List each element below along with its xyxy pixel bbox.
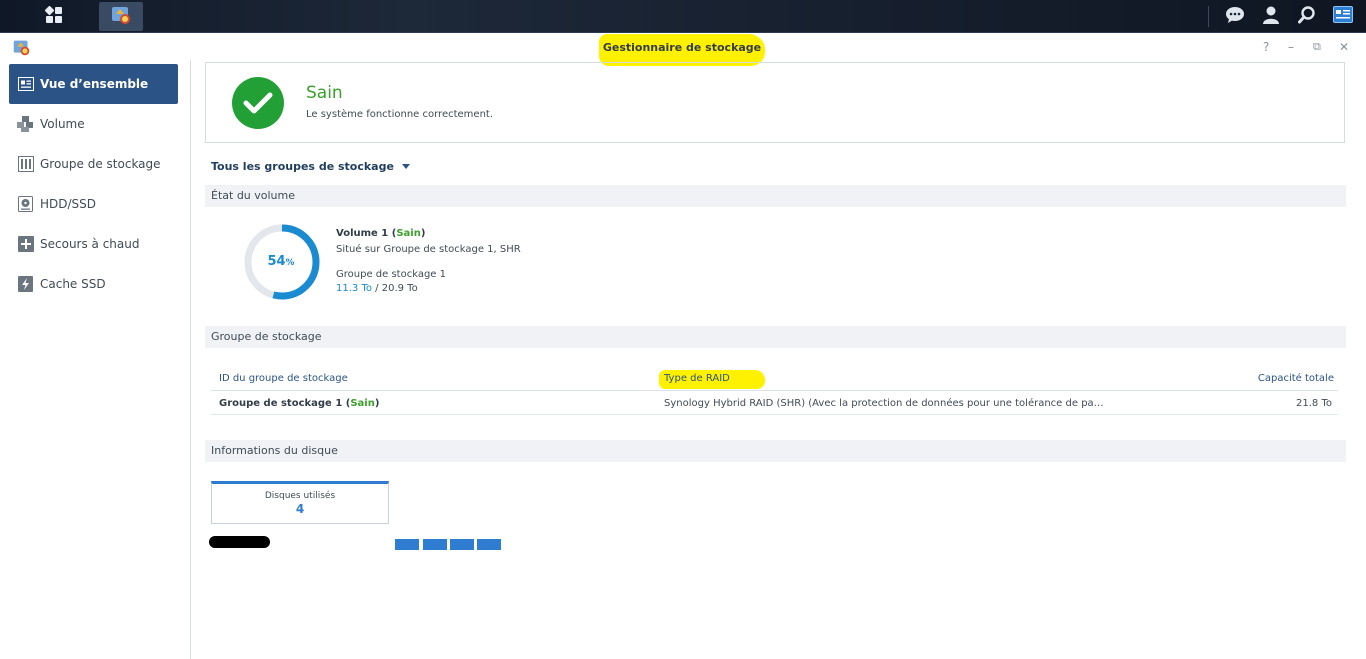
dropdown-label: Tous les groupes de stockage (211, 160, 394, 173)
disk-slot-icon[interactable] (450, 539, 474, 550)
widgets-button[interactable] (1325, 0, 1361, 33)
sidebar-item-label: Groupe de stockage (40, 157, 161, 171)
volume-status: Sain (396, 228, 421, 239)
percent-unit: % (285, 258, 295, 268)
help-icon[interactable]: ? (1263, 40, 1269, 54)
volume-name-label: Volume 1 (336, 228, 389, 239)
redaction-mark (209, 536, 270, 548)
pool-name: Groupe de stockage 1 (219, 398, 343, 409)
taskbar-tray (1217, 0, 1361, 33)
health-status-description: Le système fonctionne correctement. (306, 109, 494, 120)
sidebar-item-volume[interactable]: Volume (9, 104, 178, 144)
search-button[interactable] (1289, 0, 1325, 33)
sidebar-item-label: HDD/SSD (40, 197, 97, 211)
sidebar-item-ssd-cache[interactable]: Cache SSD (9, 264, 178, 304)
sidebar-item-overview[interactable]: Vue d’ensemble (9, 64, 178, 104)
minimize-icon[interactable]: – (1288, 40, 1294, 54)
volume-used: 11.3 To (336, 283, 372, 294)
hdd-icon (17, 196, 34, 213)
close-icon[interactable]: ✕ (1339, 40, 1349, 54)
disk-info-heading: Informations du disque (205, 440, 1346, 462)
pool-raid-type: Synology Hybrid RAID (SHR) (Avec la prot… (664, 398, 1104, 409)
storage-pool-table-header: ID du groupe de stockage Type de RAID Ca… (211, 368, 1338, 391)
storage-pool-icon (17, 156, 34, 173)
main-menu-button[interactable] (32, 2, 76, 31)
volume-icon (17, 116, 34, 133)
column-header-total-capacity[interactable]: Capacité totale (1258, 373, 1334, 384)
volume-status-heading: État du volume (205, 185, 1346, 207)
column-header-pool-id[interactable]: ID du groupe de stockage (219, 373, 348, 384)
disk-slot-icon[interactable] (477, 539, 501, 550)
ssd-cache-icon (17, 276, 34, 293)
sidebar-item-label: Volume (40, 117, 85, 131)
sidebar-item-hot-spare[interactable]: Secours à chaud (9, 224, 178, 264)
caret-down-icon (401, 164, 410, 169)
search-icon (1298, 5, 1316, 28)
sidebar-item-label: Secours à chaud (40, 237, 140, 251)
sidebar-item-hdd-ssd[interactable]: HDD/SSD (9, 184, 178, 224)
disks-used-count: 4 (295, 502, 305, 516)
pool-status: Sain (350, 398, 375, 409)
disk-slot-icon[interactable] (423, 539, 447, 550)
taskbar (0, 0, 1366, 33)
percent-value: 54 (267, 254, 286, 269)
sidebar-item-storage-pool[interactable]: Groupe de stockage (9, 144, 178, 184)
volume-name: Volume 1 (Sain) (336, 228, 426, 239)
disks-used-label: Disques utilisés (264, 491, 336, 501)
volume-usage-text: 11.3 To / 20.9 To (336, 283, 418, 294)
overview-icon (17, 76, 34, 93)
taskbar-separator (1208, 6, 1209, 27)
storage-group-filter-dropdown[interactable]: Tous les groupes de stockage (211, 160, 410, 173)
notifications-button[interactable] (1217, 0, 1253, 33)
widgets-icon (1333, 6, 1353, 27)
chat-bubble-icon (1225, 6, 1245, 28)
health-status-title: Sain (306, 83, 343, 103)
grid-icon (44, 5, 63, 28)
volume-storage-group: Groupe de stockage 1 (336, 269, 446, 280)
sidebar-item-label: Cache SSD (40, 277, 106, 291)
sidebar-item-label: Vue d’ensemble (40, 77, 149, 91)
storage-manager-icon (110, 4, 132, 30)
window-title: Gestionnaire de stockage (602, 41, 762, 54)
user-button[interactable] (1253, 0, 1289, 33)
volume-location: Situé sur Groupe de stockage 1, SHR (336, 244, 521, 255)
disk-slot-icon[interactable] (395, 539, 419, 550)
user-icon (1262, 6, 1280, 28)
pool-capacity: 21.8 To (1296, 398, 1332, 409)
storage-manager-taskbar-button[interactable] (99, 2, 143, 31)
storage-manager-app-icon (12, 38, 31, 61)
table-row[interactable]: Groupe de stockage 1 (Sain) Synology Hyb… (211, 393, 1338, 415)
storage-pool-heading: Groupe de stockage (205, 326, 1346, 348)
health-status-card: Sain Le système fonctionne correctement. (205, 62, 1345, 143)
pool-name-cell: Groupe de stockage 1 (Sain) (219, 398, 380, 409)
window-titlebar[interactable]: Gestionnaire de stockage ? – ⧉ ✕ (0, 34, 1366, 66)
sidebar: Vue d’ensemble Volume Groupe de stockage… (0, 60, 191, 659)
checkmark-icon (232, 77, 284, 129)
volume-usage-percent: 54% (242, 254, 320, 269)
hot-spare-icon (17, 236, 34, 253)
column-header-raid-type[interactable]: Type de RAID (664, 373, 730, 384)
restore-icon[interactable]: ⧉ (1313, 40, 1321, 54)
disks-used-card[interactable]: Disques utilisés 4 (211, 481, 389, 524)
volume-total: 20.9 To (381, 283, 418, 294)
